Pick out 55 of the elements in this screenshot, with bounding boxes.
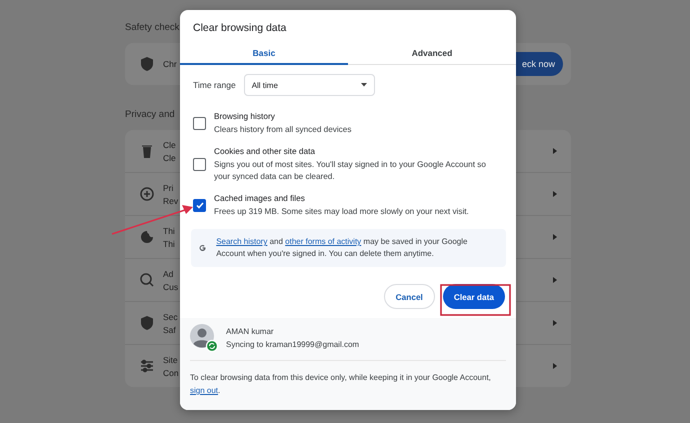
sync-status: Syncing to kraman19999@gmail.com bbox=[226, 340, 360, 349]
option-description: Frees up 319 MB. Some sites may load more slowly on your next visit. bbox=[214, 206, 469, 218]
time-range-dropdown[interactable]: All time bbox=[244, 74, 375, 96]
row-title: Site bbox=[163, 354, 178, 364]
google-logo-icon bbox=[199, 242, 206, 254]
caret-icon bbox=[553, 191, 557, 197]
highlight-frame bbox=[440, 284, 511, 316]
sliders-icon bbox=[139, 358, 155, 374]
plus-circle-icon bbox=[139, 186, 155, 202]
dialog-title: Clear browsing data bbox=[192, 21, 288, 36]
row-title: Pri bbox=[163, 182, 174, 192]
row-title: Thi bbox=[163, 226, 175, 236]
row-title: Cle bbox=[163, 140, 176, 150]
account-name: AMAN kumar bbox=[226, 327, 275, 336]
option-label: Browsing history bbox=[214, 110, 276, 122]
option-description: Signs you out of most sites. You'll stay signed in to your Google Account so your synced data can be cleared. bbox=[214, 159, 487, 183]
section-title: Privacy and bbox=[125, 109, 175, 120]
dropdown-caret-icon bbox=[360, 83, 367, 87]
clear-data-button[interactable]: Clear data bbox=[442, 284, 505, 309]
avatar-icon bbox=[190, 324, 218, 352]
shield-icon bbox=[139, 56, 155, 72]
checkmark-icon bbox=[196, 202, 204, 208]
row-title: Sec bbox=[163, 312, 178, 322]
caret-icon bbox=[553, 320, 557, 326]
row-subtitle: Saf bbox=[163, 324, 176, 334]
row-subtitle: Con bbox=[163, 368, 179, 378]
search-history-link[interactable]: Search history bbox=[216, 237, 268, 246]
row-title: Ad bbox=[163, 268, 174, 278]
trash-icon bbox=[139, 143, 155, 159]
notice-text: Search history and other forms of activity may be saved in your Google Account when you're signed in. You can delete them anytime. bbox=[216, 236, 468, 260]
shield-icon bbox=[139, 315, 155, 331]
row-title: Chr bbox=[163, 59, 177, 69]
row-subtitle: Cus bbox=[163, 282, 178, 292]
magnifier-icon bbox=[139, 272, 155, 288]
time-range-label: Time range bbox=[193, 80, 236, 90]
checkbox[interactable] bbox=[193, 116, 206, 130]
caret-icon bbox=[553, 234, 557, 240]
caret-icon bbox=[553, 148, 557, 154]
checkbox[interactable] bbox=[193, 198, 206, 212]
sign-out-link[interactable]: sign out bbox=[190, 386, 218, 395]
section-title: Safety check bbox=[125, 22, 180, 33]
cookie-icon bbox=[139, 229, 155, 245]
option-label: Cookies and other site data bbox=[214, 145, 316, 157]
tab[interactable]: Basic bbox=[180, 42, 348, 65]
option-label: Cached images and files bbox=[214, 192, 306, 204]
row-subtitle: Thi bbox=[163, 238, 175, 248]
caret-icon bbox=[553, 277, 557, 283]
caret-icon bbox=[553, 363, 557, 369]
row-subtitle: Cle bbox=[163, 152, 176, 162]
cancel-button[interactable]: Cancel bbox=[384, 284, 435, 309]
row-subtitle: Rev bbox=[163, 196, 178, 206]
checkbox[interactable] bbox=[193, 158, 206, 170]
activity-link[interactable]: other forms of activity bbox=[285, 237, 362, 246]
option-description: Clears history from all synced devices bbox=[214, 124, 352, 136]
footer-text: To clear browsing data from this device only, while keeping it in your Google Account, sign out. bbox=[190, 372, 492, 397]
